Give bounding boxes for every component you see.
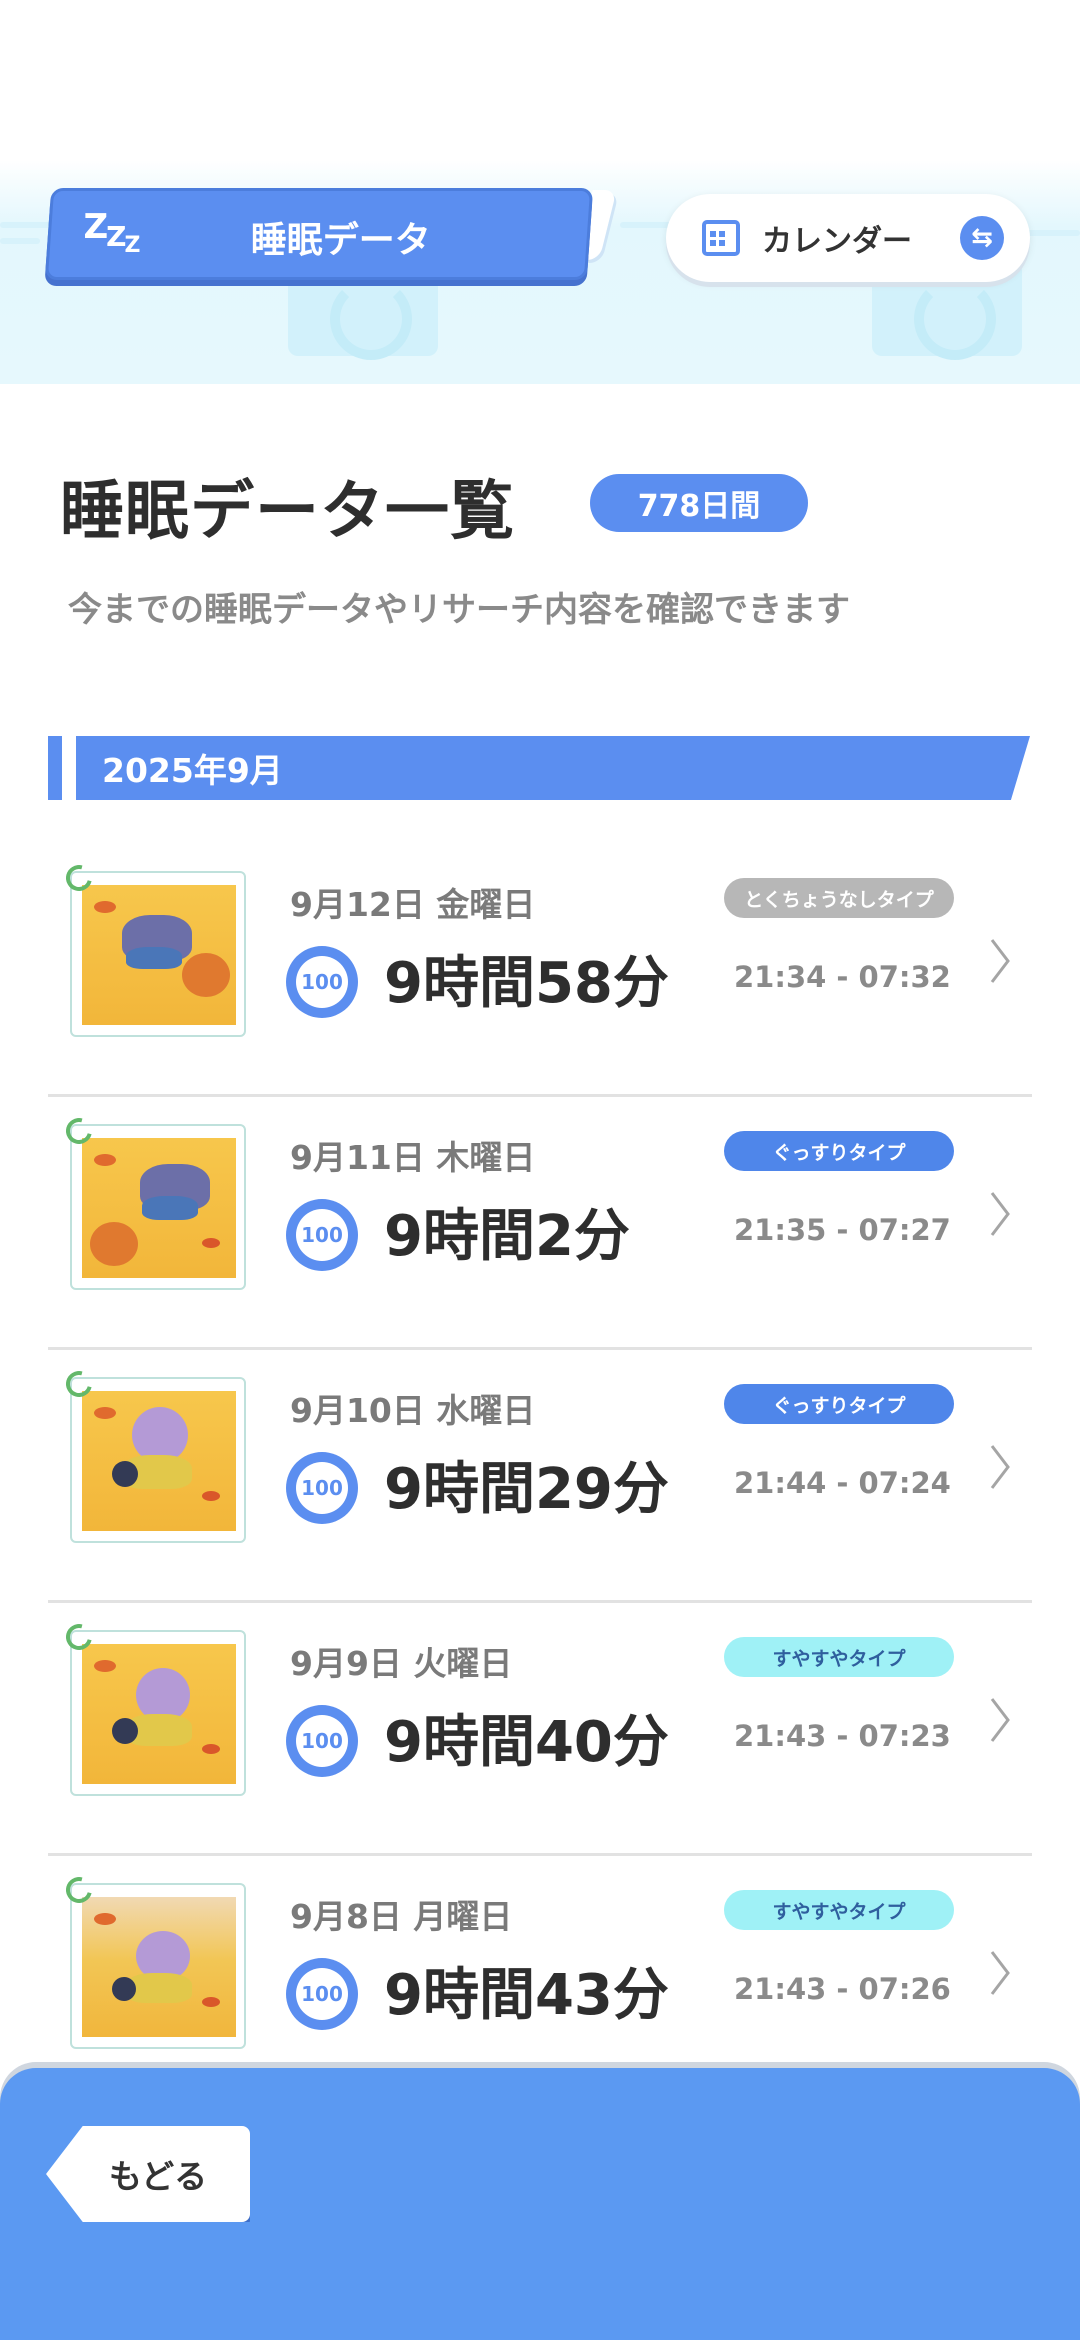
sleep-snapshot-thumbnail xyxy=(61,860,246,1037)
page-title: 睡眠データ一覧 xyxy=(60,475,515,549)
snapshot-image xyxy=(82,885,236,1025)
sleep-snapshot-thumbnail xyxy=(61,1366,246,1543)
snapshot-image xyxy=(82,1138,236,1278)
sleep-entry-row[interactable]: 9月12日 金曜日 100 9時間58分 とくちょうなしタイプ 21:34 - … xyxy=(48,844,1032,1097)
sleep-duration: 9時間2分 xyxy=(384,1204,630,1269)
sleep-entry-row[interactable]: 9月9日 火曜日 100 9時間40分 すやすやタイプ 21:43 - 07:2… xyxy=(48,1603,1032,1856)
sleep-score-icon: 100 xyxy=(286,1705,358,1777)
sleep-score: 100 xyxy=(296,1209,348,1261)
entry-date: 9月12日 金曜日 xyxy=(290,885,536,924)
days-count-badge: 778日間 xyxy=(590,474,808,532)
sleep-snapshot-thumbnail xyxy=(61,1113,246,1290)
entry-date: 9月11日 木曜日 xyxy=(290,1138,536,1177)
back-button[interactable]: もどる xyxy=(46,2126,250,2222)
sleep-snapshot-thumbnail xyxy=(61,1619,246,1796)
chevron-right-icon xyxy=(990,1698,1010,1742)
sleep-snapshot-thumbnail xyxy=(61,1872,246,2049)
sleep-zzz-icon: ZZZ xyxy=(83,207,139,258)
decor-stripe xyxy=(0,238,40,244)
calendar-icon xyxy=(702,220,740,256)
chevron-right-icon xyxy=(990,939,1010,983)
sleep-score-icon: 100 xyxy=(286,1958,358,2030)
sleep-duration: 9時間43分 xyxy=(384,1963,669,2028)
calendar-label: カレンダー xyxy=(762,224,912,259)
snapshot-image xyxy=(82,1644,236,1784)
month-header: 2025年9月 xyxy=(76,736,1030,800)
header-title: 睡眠データ xyxy=(250,220,431,261)
sleep-type-badge: ぐっすりタイプ xyxy=(724,1384,954,1424)
sleep-score-icon: 100 xyxy=(286,946,358,1018)
sleep-entry-list: 9月12日 金曜日 100 9時間58分 とくちょうなしタイプ 21:34 - … xyxy=(48,844,1032,2109)
chevron-right-icon xyxy=(990,1951,1010,1995)
header-title-tab: ZZZ 睡眠データ xyxy=(44,188,594,280)
snapshot-image xyxy=(82,1897,236,2037)
sleep-time-range: 21:43 - 07:26 xyxy=(734,1972,951,2006)
swap-icon: ⇆ xyxy=(960,216,1004,260)
month-bar-accent xyxy=(48,736,62,800)
sleep-time-range: 21:35 - 07:27 xyxy=(734,1213,951,1247)
sleep-type-badge: すやすやタイプ xyxy=(724,1890,954,1930)
sleep-score: 100 xyxy=(296,956,348,1008)
sleep-score-icon: 100 xyxy=(286,1199,358,1271)
entry-date: 9月8日 月曜日 xyxy=(290,1897,513,1936)
page-subtitle: 今までの睡眠データやリサーチ内容を確認できます xyxy=(68,590,850,630)
sleep-score: 100 xyxy=(296,1462,348,1514)
sleep-duration: 9時間29分 xyxy=(384,1457,669,1522)
entry-date: 9月9日 火曜日 xyxy=(290,1644,513,1683)
chevron-right-icon xyxy=(990,1445,1010,1489)
sleep-duration: 9時間58分 xyxy=(384,951,669,1016)
sleep-time-range: 21:43 - 07:23 xyxy=(734,1719,951,1753)
sleep-score: 100 xyxy=(296,1968,348,2020)
sleep-entry-row[interactable]: 9月11日 木曜日 100 9時間2分 ぐっすりタイプ 21:35 - 07:2… xyxy=(48,1097,1032,1350)
sleep-time-range: 21:34 - 07:32 xyxy=(734,960,951,994)
sleep-time-range: 21:44 - 07:24 xyxy=(734,1466,951,1500)
sleep-duration: 9時間40分 xyxy=(384,1710,669,1775)
sleep-score-icon: 100 xyxy=(286,1452,358,1524)
sleep-score: 100 xyxy=(296,1715,348,1767)
sleep-type-badge: ぐっすりタイプ xyxy=(724,1131,954,1171)
snapshot-image xyxy=(82,1391,236,1531)
sleep-type-badge: とくちょうなしタイプ xyxy=(724,878,954,918)
calendar-button[interactable]: カレンダー ⇆ xyxy=(666,194,1030,282)
chevron-right-icon xyxy=(990,1192,1010,1236)
sleep-type-badge: すやすやタイプ xyxy=(724,1637,954,1677)
entry-date: 9月10日 水曜日 xyxy=(290,1391,536,1430)
month-label: 2025年9月 xyxy=(102,751,283,790)
sleep-entry-row[interactable]: 9月10日 水曜日 100 9時間29分 ぐっすりタイプ 21:44 - 07:… xyxy=(48,1350,1032,1603)
